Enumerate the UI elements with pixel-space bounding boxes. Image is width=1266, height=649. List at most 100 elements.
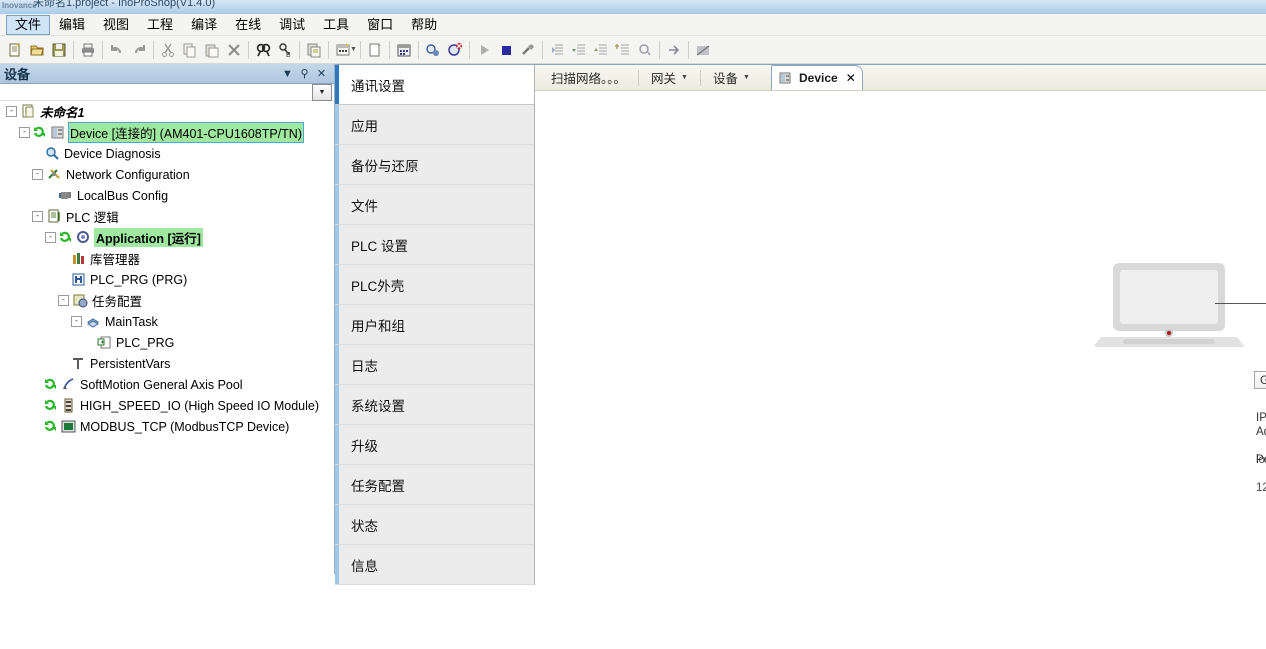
new-file-icon[interactable]	[4, 39, 26, 61]
device-nav-item-2[interactable]: 备份与还原	[335, 145, 534, 185]
panel-dropdown-icon[interactable]: ▼	[279, 68, 296, 80]
device-nav-item-0[interactable]: 通讯设置	[335, 65, 534, 105]
tree-item-1[interactable]: - Device [连接的] (AM401-CPU1608TP/TN)	[0, 122, 334, 143]
toolbar-separator	[687, 40, 689, 59]
device-menu-button[interactable]: 设备 ▼	[707, 66, 756, 89]
breakpoint-icon[interactable]	[634, 39, 656, 61]
display-mode-icon[interactable]	[393, 39, 415, 61]
undo-icon[interactable]	[106, 39, 128, 61]
device-nav-item-11[interactable]: 状态	[335, 505, 534, 545]
tree-item-5[interactable]: - PLC 逻辑	[0, 206, 334, 227]
device-nav-item-3[interactable]: 文件	[335, 185, 534, 225]
device-nav-item-1[interactable]: 应用	[335, 105, 534, 145]
menu-item-2[interactable]: 视图	[94, 15, 138, 35]
tree-item-11[interactable]: PLC_PRG	[0, 332, 334, 353]
tree-item-7[interactable]: 库管理器	[0, 248, 334, 269]
tree-expander-icon[interactable]: -	[6, 106, 17, 117]
tree-item-label: Application [运行]	[94, 228, 203, 247]
login-icon[interactable]	[422, 39, 444, 61]
save-icon[interactable]	[48, 39, 70, 61]
watch-icon[interactable]	[692, 39, 714, 61]
menu-item-8[interactable]: 窗口	[358, 15, 402, 35]
gateway-menu-label: 网关	[651, 72, 677, 86]
menu-item-0[interactable]: 文件	[6, 14, 51, 35]
open-folder-icon[interactable]	[26, 39, 48, 61]
pin-icon[interactable]: ⚲	[296, 67, 313, 80]
device-nav-item-6[interactable]: 用户和组	[335, 305, 534, 345]
build-dropdown-caret[interactable]: ▼	[350, 46, 357, 53]
toolbar-separator	[541, 40, 543, 59]
tree-item-2[interactable]: Device Diagnosis	[0, 143, 334, 164]
tree-expander-icon[interactable]: -	[32, 211, 43, 222]
nav-indicator	[335, 105, 339, 144]
find-replace-icon[interactable]: B	[274, 39, 296, 61]
menu-item-6[interactable]: 调试	[270, 15, 314, 35]
tree-item-label: 库管理器	[90, 253, 141, 267]
refresh-green-icon	[59, 231, 73, 244]
tree-item-label: Device Diagnosis	[64, 146, 161, 161]
tree-item-label: 未命名1	[40, 106, 85, 120]
menu-item-7[interactable]: 工具	[314, 15, 358, 35]
title-bar: Inovance 未命名1.project - InoProShop(V1.4.…	[0, 0, 1266, 14]
tree-expander-icon[interactable]: -	[58, 295, 69, 306]
paste-icon[interactable]	[201, 39, 223, 61]
menu-item-5[interactable]: 在线	[226, 15, 270, 35]
step-into-icon[interactable]	[546, 39, 568, 61]
device-nav-item-12[interactable]: 信息	[335, 545, 534, 585]
tree-expander-icon[interactable]: -	[32, 169, 43, 180]
tree-item-0[interactable]: - 未命名1	[0, 101, 334, 122]
nav-indicator	[335, 505, 339, 544]
find-icon[interactable]	[252, 39, 274, 61]
stop-icon[interactable]	[495, 39, 517, 61]
tools-icon[interactable]	[517, 39, 539, 61]
delete-icon[interactable]	[223, 39, 245, 61]
menu-item-1[interactable]: 编辑	[50, 15, 94, 35]
run-icon[interactable]	[473, 39, 495, 61]
menu-item-9[interactable]: 帮助	[402, 15, 446, 35]
redo-icon[interactable]	[128, 39, 150, 61]
menu-item-4[interactable]: 编译	[182, 15, 226, 35]
menu-item-3[interactable]: 工程	[138, 15, 182, 35]
tree-item-13[interactable]: SoftMotion General Axis Pool	[0, 374, 334, 395]
tree-item-15[interactable]: MODBUS_TCP (ModbusTCP Device)	[0, 416, 334, 437]
gateway-select[interactable]: Gateway-1 ▼	[1254, 371, 1266, 389]
device-nav-item-10[interactable]: 任务配置	[335, 465, 534, 505]
new-window-icon[interactable]	[364, 39, 386, 61]
tree-item-10[interactable]: - MainTask	[0, 311, 334, 332]
gateway-menu-button[interactable]: 网关 ▼	[645, 66, 694, 89]
tree-item-8[interactable]: PLC_PRG (PRG)	[0, 269, 334, 290]
tree-item-12[interactable]: PersistentVars	[0, 353, 334, 374]
step-out-icon[interactable]	[590, 39, 612, 61]
tab-device[interactable]: Device ✕	[771, 65, 863, 90]
tree-expander-icon[interactable]: -	[71, 316, 82, 327]
device-nav-item-4[interactable]: PLC 设置	[335, 225, 534, 265]
device-nav-item-9[interactable]: 升级	[335, 425, 534, 465]
cut-icon[interactable]	[157, 39, 179, 61]
tree-item-14[interactable]: HIGH_SPEED_IO (High Speed IO Module)	[0, 395, 334, 416]
tree-item-9[interactable]: - 任务配置	[0, 290, 334, 311]
tree-item-4[interactable]: LocalBus Config	[0, 185, 334, 206]
tree-item-3[interactable]: - Network Configuration	[0, 164, 334, 185]
toolbar-separator	[658, 40, 660, 59]
tree-item-label: 任务配置	[92, 295, 143, 309]
tree-expander-icon[interactable]: -	[19, 127, 30, 138]
device-nav-item-7[interactable]: 日志	[335, 345, 534, 385]
devices-view-dropdown[interactable]: ▼	[312, 84, 332, 101]
device-nav-item-8[interactable]: 系统设置	[335, 385, 534, 425]
step-over-icon[interactable]	[568, 39, 590, 61]
tree-expander-icon[interactable]: -	[45, 232, 56, 243]
print-icon[interactable]	[77, 39, 99, 61]
copy-icon[interactable]	[179, 39, 201, 61]
logout-icon[interactable]	[444, 39, 466, 61]
device-nav-label: 任务配置	[351, 478, 405, 494]
jump-icon[interactable]	[663, 39, 685, 61]
step-next-icon[interactable]	[612, 39, 634, 61]
tab-close-icon[interactable]: ✕	[846, 71, 856, 85]
device-editor: 通讯设置 应用 备份与还原 文件 PLC 设置 PLC外壳 用户和组 日志 系统设置 升级任务配置…	[335, 65, 1266, 585]
project-copy-icon[interactable]	[303, 39, 325, 61]
gateway-port-label: Port:	[1256, 454, 1266, 466]
close-icon[interactable]: ✕	[313, 67, 330, 80]
scan-network-button[interactable]: 扫描网络。。。	[545, 66, 632, 89]
device-nav-item-5[interactable]: PLC外壳	[335, 265, 534, 305]
tree-item-6[interactable]: - Application [运行]	[0, 227, 334, 248]
